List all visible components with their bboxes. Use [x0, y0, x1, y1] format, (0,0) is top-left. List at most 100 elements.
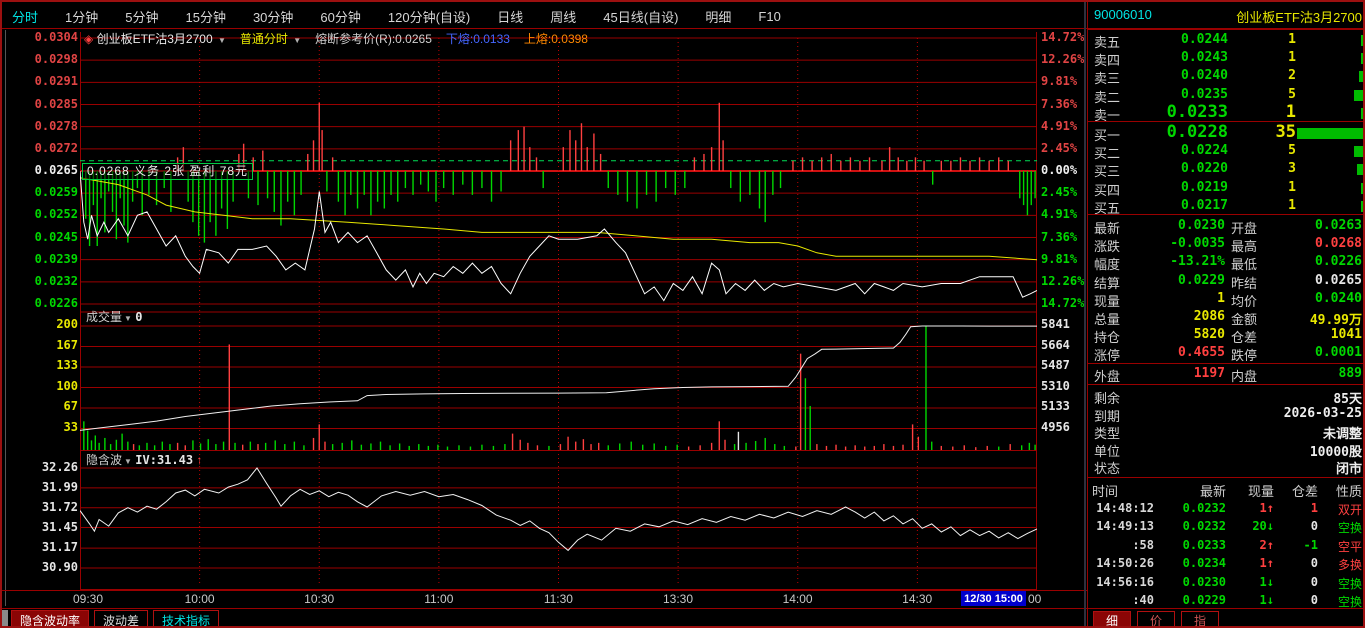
tab-指[interactable]: 指 [1181, 611, 1219, 628]
book-qty: 3 [1288, 161, 1296, 176]
chevron-down-icon: ▼ [124, 314, 132, 323]
menu-item-分时[interactable]: 分时 [12, 7, 38, 26]
tape-volume: 1↓ [1228, 575, 1274, 589]
stat-label: 金额 [1231, 309, 1257, 328]
stat-value: 0.0268 [1315, 236, 1362, 251]
book-qty: 2 [1288, 68, 1296, 83]
stat-label: 最高 [1231, 236, 1257, 255]
percent-axis-tick: 7.36% [1041, 231, 1087, 244]
resize-grip[interactable] [2, 610, 8, 626]
chart-header: ◈ 创业板ETF沽3月2700 ▼ 普通分时 ▼ 熔断参考价(R):0.0265… [84, 31, 588, 46]
indicator-tabs: 隐含波动率波动差技术指标 [11, 610, 219, 628]
price-axis-tick: 0.0272 [32, 142, 78, 155]
menu-item-F10[interactable]: F10 [758, 9, 780, 24]
chart-mode-select[interactable]: 普通分时 ▼ [240, 30, 301, 47]
stat-value: 0.4655 [1088, 345, 1225, 360]
tab-价[interactable]: 价 [1137, 611, 1175, 628]
book-price: 0.0233 [1167, 102, 1228, 122]
book-qty: 35 [1276, 122, 1296, 142]
contract-value: 闭市 [1336, 458, 1362, 477]
tape-time: 14:49:13 [1092, 519, 1154, 533]
price-axis-tick: 0.0239 [32, 253, 78, 266]
iv-axis-tick: 31.72 [32, 501, 78, 514]
iv-indicator-selector[interactable]: 隐含波▼ IV:31.43 ↑ [86, 451, 202, 468]
stat-label: 开盘 [1231, 218, 1257, 237]
tab-隐含波动率[interactable]: 隐含波动率 [11, 610, 89, 628]
tape-oi-change: -1 [1276, 538, 1318, 552]
iv-axis-tick: 31.45 [32, 521, 78, 534]
book-row-买三[interactable]: 买三0.02203 [1088, 161, 1365, 179]
iv-axis-tick: 32.26 [32, 461, 78, 474]
iv-axis-tick: 31.99 [32, 481, 78, 494]
stat-value: 0.0001 [1315, 345, 1362, 360]
divider [1088, 477, 1365, 478]
chart-mode-label: 普通分时 [240, 32, 288, 46]
tape-volume: 1↓ [1228, 593, 1274, 607]
price-axis-tick: 0.0298 [32, 53, 78, 66]
volume-axis-tick: 133 [32, 359, 78, 372]
percent-axis-tick: 12.26% [1041, 275, 1087, 288]
volume-axis-tick: 167 [32, 339, 78, 352]
stat-value: 1041 [1331, 327, 1362, 342]
tab-细[interactable]: 细 [1093, 611, 1131, 628]
iv-up-arrow-icon: ↑ [196, 453, 202, 467]
menu-item-1分钟[interactable]: 1分钟 [65, 7, 98, 26]
book-row-买二[interactable]: 买二0.02245 [1088, 143, 1365, 161]
percent-axis-tick: 0.00% [1041, 164, 1087, 177]
menu-item-120分钟(自设)[interactable]: 120分钟(自设) [388, 7, 470, 26]
book-qty: 5 [1288, 143, 1296, 158]
tab-波动差[interactable]: 波动差 [94, 610, 148, 628]
time-axis-label: 14:00 [783, 592, 813, 606]
period-menu: 分时 1分钟 5分钟 15分钟 30分钟 60分钟 120分钟(自设) 日线 周线 45日线(自设… [12, 5, 1087, 27]
book-price: 0.0244 [1181, 32, 1228, 47]
contract-label: 到期 [1094, 406, 1120, 425]
book-row-卖三[interactable]: 卖三0.02402 [1088, 68, 1365, 86]
position-cost-annotation[interactable]: 0.0268 义务 2张 盈利 78元 [82, 163, 253, 180]
menu-item-日线[interactable]: 日线 [497, 7, 523, 26]
tab-技术指标[interactable]: 技术指标 [153, 610, 219, 628]
tape-time: :40 [1092, 593, 1154, 607]
instrument-title[interactable]: ◈ 创业板ETF沽3月2700 ▼ [84, 30, 226, 47]
tape-volume: 20↓ [1228, 519, 1274, 533]
tape-oi-change: 0 [1276, 593, 1318, 607]
stats-row: 最新0.0230开盘0.0263 [1088, 218, 1365, 236]
contract-label: 剩余 [1094, 388, 1120, 407]
stat-label: 均价 [1231, 291, 1257, 310]
menu-item-明细[interactable]: 明细 [705, 7, 731, 26]
menu-item-周线[interactable]: 周线 [550, 7, 576, 26]
stat-label: 昨结 [1231, 273, 1257, 292]
book-row-买四[interactable]: 买四 0.0219 1 [1088, 180, 1365, 198]
time-axis-label: 10:00 [185, 592, 215, 606]
chart-canvas[interactable] [80, 30, 1037, 590]
percent-axis-tick: 9.81% [1041, 75, 1087, 88]
book-row-卖四[interactable]: 卖四0.02431 [1088, 50, 1365, 68]
price-axis-tick: 0.0245 [32, 231, 78, 244]
menu-item-15分钟[interactable]: 15分钟 [185, 7, 225, 26]
book-row-卖五[interactable]: 卖五0.02441 [1088, 32, 1365, 50]
tape-header-cell: 时间 [1092, 481, 1154, 500]
oi-axis-tick: 5664 [1041, 339, 1087, 352]
flow-value: 889 [1339, 366, 1362, 381]
price-axis-tick: 0.0265 [32, 164, 78, 177]
menu-item-5分钟[interactable]: 5分钟 [125, 7, 158, 26]
menu-item-60分钟[interactable]: 60分钟 [320, 7, 360, 26]
book-qty-bar [1357, 164, 1363, 175]
price-axis-tick: 0.0259 [32, 186, 78, 199]
volume-axis-tick: 67 [32, 400, 78, 413]
volume-indicator-selector[interactable]: 成交量▼ 0 [86, 308, 143, 325]
book-qty-bar [1297, 128, 1364, 139]
menu-item-30分钟[interactable]: 30分钟 [253, 7, 293, 26]
menu-item-45日线(自设)[interactable]: 45日线(自设) [603, 7, 678, 26]
book-row-买一[interactable]: 买一0.022835 [1088, 125, 1365, 143]
tape-oi-change: 0 [1276, 556, 1318, 570]
volume-axis-tick: 200 [32, 318, 78, 331]
book-level-label: 卖二 [1094, 87, 1120, 106]
book-level-label: 买四 [1094, 180, 1120, 199]
oi-axis-tick: 5487 [1041, 359, 1087, 372]
price-axis-tick: 0.0252 [32, 208, 78, 221]
book-qty-bar [1361, 108, 1363, 119]
stats-row: 幅度-13.21%最低0.0226 [1088, 254, 1365, 272]
date-highlight-box[interactable]: 12/30 15:00 [961, 591, 1026, 606]
book-qty: 1 [1288, 180, 1296, 195]
book-price: 0.0219 [1181, 180, 1228, 195]
